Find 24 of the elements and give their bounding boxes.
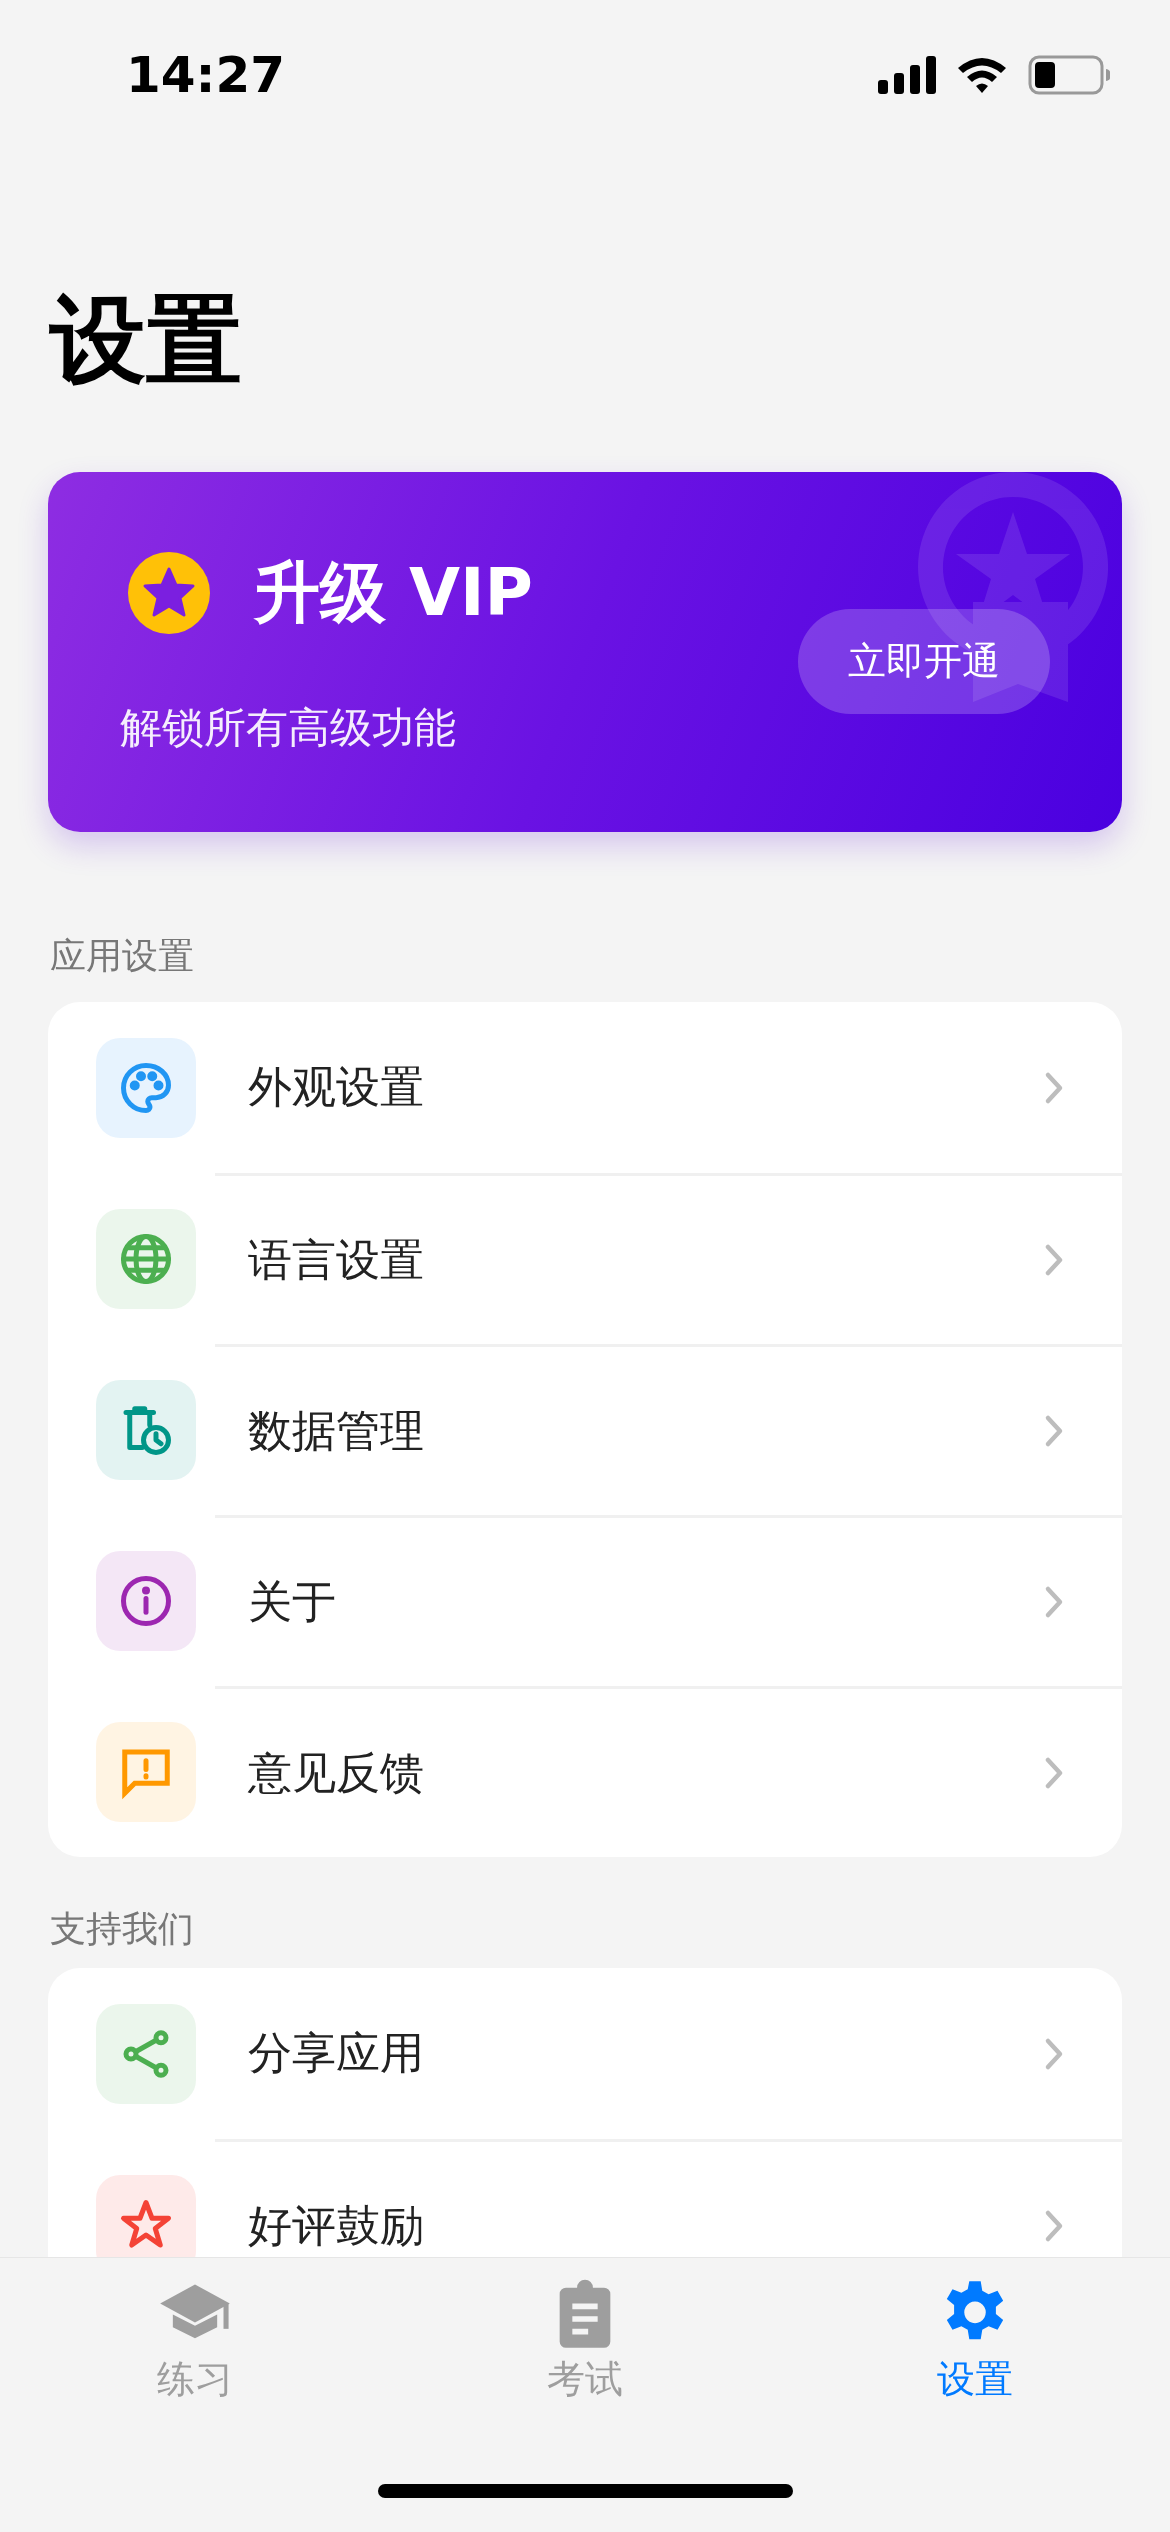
row-label: 关于 xyxy=(248,1574,336,1629)
settings-row[interactable]: 意见反馈 xyxy=(48,1686,1122,1857)
settings-row[interactable]: 数据管理 xyxy=(48,1344,1122,1515)
status-time: 14:27 xyxy=(126,46,286,104)
row-label: 好评鼓励 xyxy=(248,2198,424,2253)
vip-subtitle: 解锁所有高级功能 xyxy=(120,702,457,754)
tab-item[interactable]: 设置 xyxy=(780,2278,1170,2405)
settings-row[interactable]: 关于 xyxy=(48,1515,1122,1686)
vip-title: 升级 VIP xyxy=(254,553,533,633)
settings-row[interactable]: 分享应用 xyxy=(48,1968,1122,2139)
wifi-icon xyxy=(956,56,1008,94)
settings-row[interactable]: 语言设置 xyxy=(48,1173,1122,1344)
section-header: 应用设置 xyxy=(50,934,195,978)
settings-row[interactable]: 外观设置 xyxy=(48,1002,1122,1173)
row-label: 外观设置 xyxy=(248,1060,424,1114)
row-label: 语言设置 xyxy=(248,1232,424,1287)
section-header: 支持我们 xyxy=(50,1907,195,1951)
row-label: 意见反馈 xyxy=(248,1745,424,1800)
battery-icon xyxy=(1028,55,1110,95)
row-label: 分享应用 xyxy=(248,2026,424,2080)
row-label: 数据管理 xyxy=(248,1403,424,1458)
star-badge-icon xyxy=(128,552,210,634)
signal-icon xyxy=(878,56,936,94)
page-title: 设置 xyxy=(50,290,243,390)
